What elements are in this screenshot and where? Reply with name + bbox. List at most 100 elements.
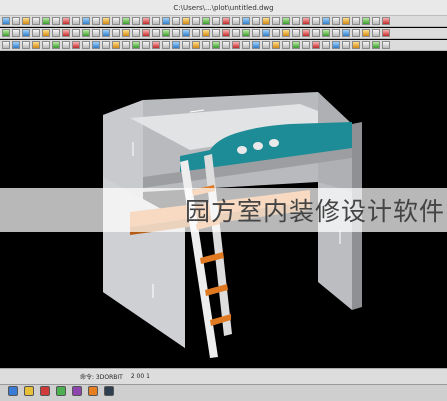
shade-icon[interactable]: [102, 41, 110, 49]
text-icon[interactable]: [182, 17, 190, 25]
model-icon[interactable]: [322, 29, 330, 37]
zoom-prev-icon[interactable]: [162, 41, 170, 49]
print-icon[interactable]: [32, 17, 40, 25]
camera-icon[interactable]: [362, 17, 370, 25]
setting-icon[interactable]: [362, 29, 370, 37]
orbit-icon[interactable]: [82, 17, 90, 25]
fly-icon[interactable]: [212, 41, 220, 49]
shelf-icon[interactable]: [82, 29, 90, 37]
mirror-icon[interactable]: [242, 17, 250, 25]
intersect-icon[interactable]: [252, 41, 260, 49]
chair-icon[interactable]: [72, 29, 80, 37]
cabinet-icon[interactable]: [42, 29, 50, 37]
guard-icon[interactable]: [182, 29, 190, 37]
insert-icon[interactable]: [322, 17, 330, 25]
iso-se-icon[interactable]: [62, 41, 70, 49]
line-icon[interactable]: [122, 17, 130, 25]
arc-icon[interactable]: [152, 17, 160, 25]
app4-icon[interactable]: [88, 386, 98, 396]
open-file-icon[interactable]: [12, 17, 20, 25]
wireframe-icon[interactable]: [112, 41, 120, 49]
realistic-icon[interactable]: [122, 41, 130, 49]
walk-icon[interactable]: [202, 41, 210, 49]
save-icon[interactable]: [22, 17, 30, 25]
snap-icon[interactable]: [242, 29, 250, 37]
circle-icon[interactable]: [142, 17, 150, 25]
view-icon[interactable]: [372, 17, 380, 25]
subtract-icon[interactable]: [242, 41, 250, 49]
extrude-icon[interactable]: [262, 41, 270, 49]
cylinder-icon[interactable]: [322, 41, 330, 49]
new-file-icon[interactable]: [2, 17, 10, 25]
redo-icon[interactable]: [52, 17, 60, 25]
pan-realtime-icon[interactable]: [182, 41, 190, 49]
iso-nw-icon[interactable]: [82, 41, 90, 49]
right-view-icon[interactable]: [32, 41, 40, 49]
export-icon[interactable]: [222, 29, 230, 37]
iso-ne-icon[interactable]: [72, 41, 80, 49]
top-view-icon[interactable]: [2, 41, 10, 49]
import-icon[interactable]: [232, 29, 240, 37]
pan-icon[interactable]: [62, 17, 70, 25]
trim-icon[interactable]: [262, 17, 270, 25]
slice-icon[interactable]: [302, 41, 310, 49]
loft-icon[interactable]: [292, 41, 300, 49]
help-icon[interactable]: [382, 17, 390, 25]
rect-icon[interactable]: [162, 17, 170, 25]
panel-icon[interactable]: [102, 29, 110, 37]
front-view-icon[interactable]: [12, 41, 20, 49]
render-icon[interactable]: [332, 17, 340, 25]
handle-icon[interactable]: [142, 29, 150, 37]
list-icon[interactable]: [192, 29, 200, 37]
preview-icon[interactable]: [352, 29, 360, 37]
command-line[interactable]: 命令: 3DORBIT 2 00 1: [0, 368, 447, 384]
osnap-icon[interactable]: [272, 29, 280, 37]
cone-icon[interactable]: [342, 41, 350, 49]
stair-icon[interactable]: [32, 29, 40, 37]
door-icon[interactable]: [12, 29, 20, 37]
dim-icon[interactable]: [192, 17, 200, 25]
zoom-icon[interactable]: [72, 17, 80, 25]
info-icon[interactable]: [372, 29, 380, 37]
wedge-icon[interactable]: [352, 41, 360, 49]
pyramid-icon[interactable]: [372, 41, 380, 49]
offset-icon[interactable]: [252, 17, 260, 25]
material-icon[interactable]: [342, 17, 350, 25]
copy-icon[interactable]: [212, 17, 220, 25]
block-icon[interactable]: [312, 17, 320, 25]
app2-icon[interactable]: [56, 386, 66, 396]
zoom-window-icon[interactable]: [152, 41, 160, 49]
mesh-icon[interactable]: [382, 41, 390, 49]
cut-icon[interactable]: [212, 29, 220, 37]
scale-icon[interactable]: [232, 17, 240, 25]
app3-icon[interactable]: [72, 386, 82, 396]
conceptual-icon[interactable]: [132, 41, 140, 49]
folder-icon[interactable]: [24, 386, 34, 396]
hide-icon[interactable]: [92, 41, 100, 49]
otrack-icon[interactable]: [292, 29, 300, 37]
chamfer-icon[interactable]: [292, 17, 300, 25]
paper-icon[interactable]: [332, 29, 340, 37]
exit-icon[interactable]: [382, 29, 390, 37]
back-view-icon[interactable]: [42, 41, 50, 49]
polar-icon[interactable]: [282, 29, 290, 37]
revolve-icon[interactable]: [272, 41, 280, 49]
sweep-icon[interactable]: [282, 41, 290, 49]
lwt-icon[interactable]: [312, 29, 320, 37]
rail-icon[interactable]: [162, 29, 170, 37]
rotate-icon[interactable]: [222, 17, 230, 25]
window-icon[interactable]: [22, 29, 30, 37]
hatch-icon[interactable]: [172, 17, 180, 25]
start-icon[interactable]: [8, 386, 18, 396]
ladder-icon[interactable]: [172, 29, 180, 37]
bed-icon[interactable]: [52, 29, 60, 37]
box-icon[interactable]: [312, 41, 320, 49]
edge-icon[interactable]: [122, 29, 130, 37]
sphere-icon[interactable]: [332, 41, 340, 49]
zoom-realtime-icon[interactable]: [172, 41, 180, 49]
undo-icon[interactable]: [42, 17, 50, 25]
extend-icon[interactable]: [272, 17, 280, 25]
hole-icon[interactable]: [132, 29, 140, 37]
section-icon[interactable]: [222, 41, 230, 49]
polyline-icon[interactable]: [132, 17, 140, 25]
